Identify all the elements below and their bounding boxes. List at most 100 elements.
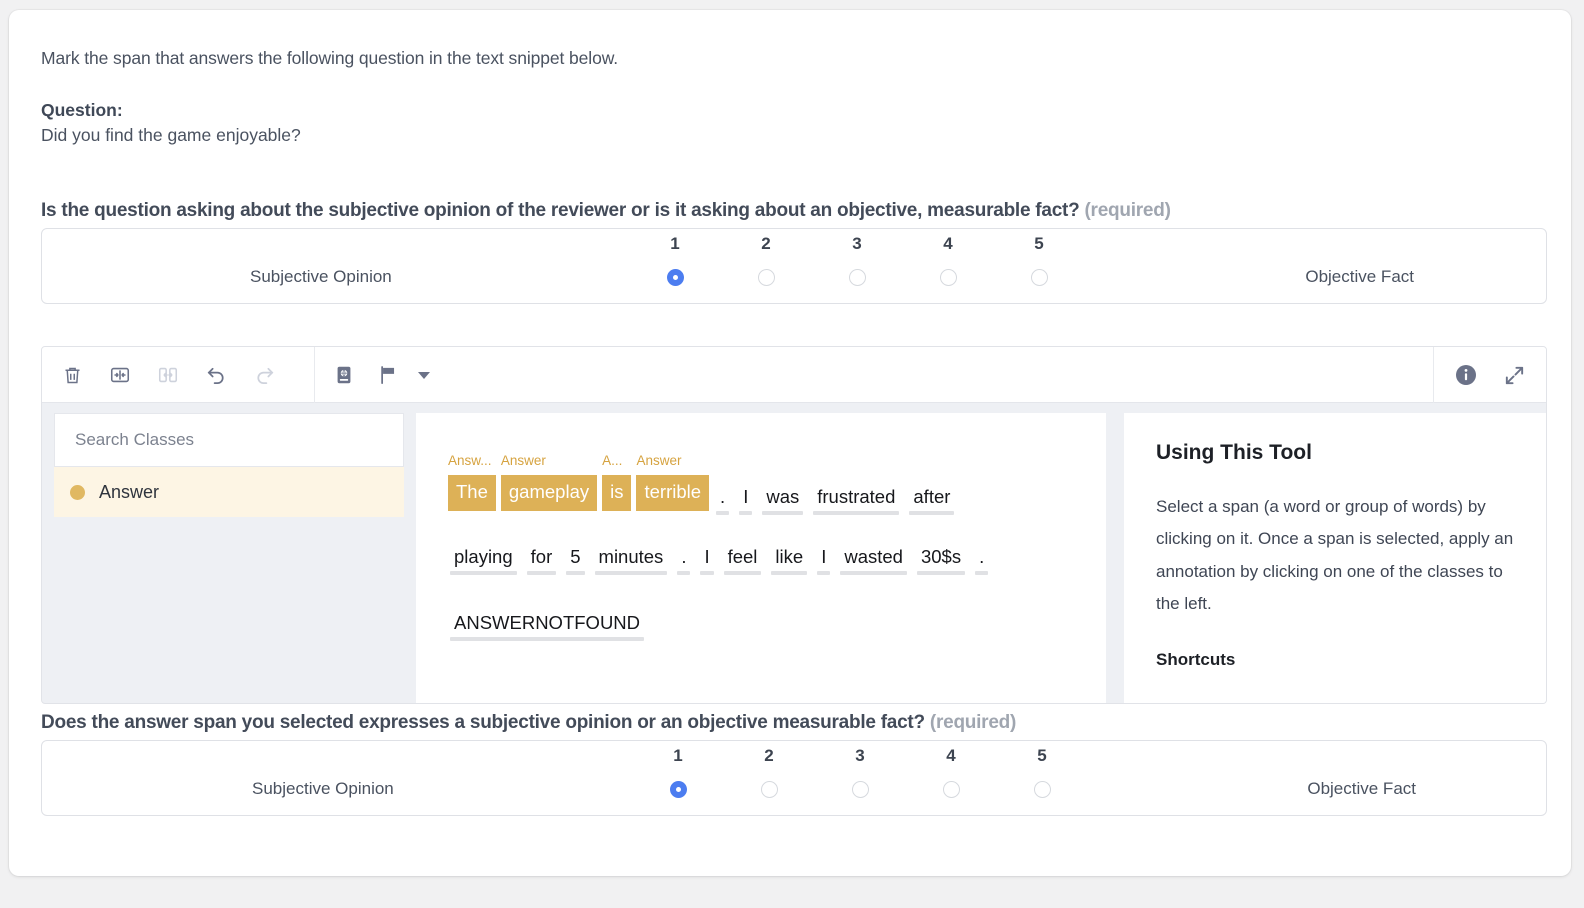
snippet-line: ANSWERNOTFOUND (448, 609, 652, 641)
delete-icon[interactable] (48, 347, 96, 403)
span-tag-label: Answ... (448, 453, 492, 468)
scale-bottom-right-label: Objective Fact (1307, 779, 1416, 798)
snippet-token[interactable]: wasted (838, 543, 909, 575)
annotation-toolbar (42, 347, 1546, 403)
scale-bottom-radio-5[interactable] (1034, 781, 1051, 798)
question-bottom-required: (required) (929, 712, 1017, 733)
help-body: Select a span (a word or group of words)… (1156, 497, 1514, 613)
question-bottom-heading: Does the answer span you selected expres… (41, 712, 1016, 734)
undo-icon[interactable] (192, 347, 240, 403)
scale-top-number-1: 1 (670, 234, 680, 253)
token-underline (450, 571, 517, 575)
scale-top-radio-5[interactable] (1031, 269, 1048, 286)
help-title: Using This Tool (1156, 441, 1312, 464)
snippet-panel: The Answ... gameplay Answer is A... terrible An… (416, 413, 1106, 703)
snippet-token[interactable]: playing (448, 543, 519, 575)
token-underline (813, 511, 900, 515)
flag-icon[interactable] (368, 347, 408, 403)
search-classes-box[interactable] (54, 413, 404, 467)
scale-bottom-radio-2[interactable] (761, 781, 778, 798)
snippet-token[interactable]: . (675, 543, 692, 575)
token-underline (700, 571, 714, 575)
scale-bottom-radio-3[interactable] (852, 781, 869, 798)
question-top-heading: Is the question asking about the subject… (41, 200, 1171, 222)
snippet-token[interactable]: . (714, 483, 731, 515)
span-tag-label: A... (602, 453, 623, 468)
scale-bottom-radio-4[interactable] (943, 781, 960, 798)
scale-bottom-number-1: 1 (673, 746, 683, 765)
page-card: Mark the span that answers the following… (9, 10, 1571, 876)
snippet-token[interactable]: ANSWERNOTFOUND (448, 609, 646, 641)
token-underline (594, 571, 668, 575)
snippet-token[interactable]: after (907, 483, 956, 515)
redo-icon (240, 347, 288, 403)
class-color-dot (70, 484, 85, 500)
snippet-token[interactable]: for (525, 543, 559, 575)
question-top-required: (required) (1084, 200, 1171, 221)
snippet-token[interactable]: . (973, 543, 990, 575)
scale-top-number-4: 4 (943, 234, 953, 253)
chevron-down-icon (418, 371, 430, 379)
snippet-token[interactable]: minutes (593, 543, 670, 575)
span-tag-label: Answer (500, 453, 546, 468)
snippet-token[interactable]: is A... (602, 453, 632, 511)
token-underline (723, 571, 762, 575)
snippet-token[interactable]: was (760, 483, 805, 515)
scale-top-number-2: 2 (761, 234, 771, 253)
split-icon (144, 347, 192, 403)
flag-dropdown-button[interactable] (408, 347, 438, 403)
token-underline (716, 511, 730, 515)
rating-scale-top: Subjective Opinion Objective Fact 1 2 3 … (41, 228, 1547, 304)
help-panel: Using This Tool Select a span (a word or… (1124, 413, 1546, 703)
snippet-token[interactable]: terrible Answer (636, 453, 710, 511)
snippet-token[interactable]: I (737, 483, 754, 515)
token-underline (909, 511, 955, 515)
dictionary-icon[interactable] (320, 347, 368, 403)
snippet-token[interactable]: 5 (564, 543, 586, 575)
instruction-prompt: Mark the span that answers the following… (41, 48, 619, 68)
token-underline (739, 511, 753, 515)
token-underline (526, 571, 557, 575)
class-item-answer[interactable]: Answer (54, 467, 404, 517)
snippet-token[interactable]: gameplay Answer (500, 453, 598, 511)
snippet-line: playing for 5 minutes. Ifeel like Iwasted 30$s. (448, 543, 996, 575)
scale-bottom-left-label: Subjective Opinion (252, 779, 394, 798)
scale-top-left-label: Subjective Opinion (250, 267, 392, 286)
expand-icon[interactable] (1490, 347, 1538, 403)
question-text: Did you find the game enjoyable? (41, 125, 301, 145)
search-classes-input[interactable] (73, 429, 370, 451)
classes-panel: Answer (54, 413, 404, 703)
scale-top-radio-3[interactable] (849, 269, 866, 286)
scale-bottom-radio-1[interactable] (670, 781, 687, 798)
question-top-heading-text: Is the question asking about the subject… (41, 200, 1080, 221)
toolbar-divider-1 (314, 347, 315, 403)
scale-bottom-number-3: 3 (855, 746, 865, 765)
token-underline (975, 571, 989, 575)
token-underline (762, 511, 804, 515)
token-underline (450, 637, 645, 641)
class-item-label: Answer (99, 481, 160, 502)
snippet-token[interactable]: frustrated (811, 483, 901, 515)
question-bottom-heading-text: Does the answer span you selected expres… (41, 712, 925, 733)
snippet-token[interactable]: The Answ... (448, 453, 496, 511)
merge-icon[interactable] (96, 347, 144, 403)
token-underline (817, 571, 831, 575)
snippet-token[interactable]: 30$s (915, 543, 967, 575)
snippet-token[interactable]: feel (722, 543, 764, 575)
span-tag-label: Answer (636, 453, 682, 468)
snippet-token[interactable]: I (698, 543, 715, 575)
scale-bottom-number-5: 5 (1037, 746, 1047, 765)
snippet-token[interactable]: like (769, 543, 809, 575)
toolbar-divider-2 (1433, 347, 1434, 403)
snippet-token[interactable]: I (815, 543, 832, 575)
rating-scale-bottom: Subjective Opinion Objective Fact 1 2 3 … (41, 740, 1547, 816)
token-underline (677, 571, 691, 575)
scale-top-radio-1[interactable] (667, 269, 684, 286)
info-icon[interactable] (1442, 347, 1490, 403)
scale-top-number-3: 3 (852, 234, 862, 253)
scale-bottom-number-4: 4 (946, 746, 956, 765)
scale-top-number-5: 5 (1034, 234, 1044, 253)
help-shortcuts-title: Shortcuts (1156, 650, 1236, 670)
scale-top-radio-4[interactable] (940, 269, 957, 286)
scale-top-radio-2[interactable] (758, 269, 775, 286)
